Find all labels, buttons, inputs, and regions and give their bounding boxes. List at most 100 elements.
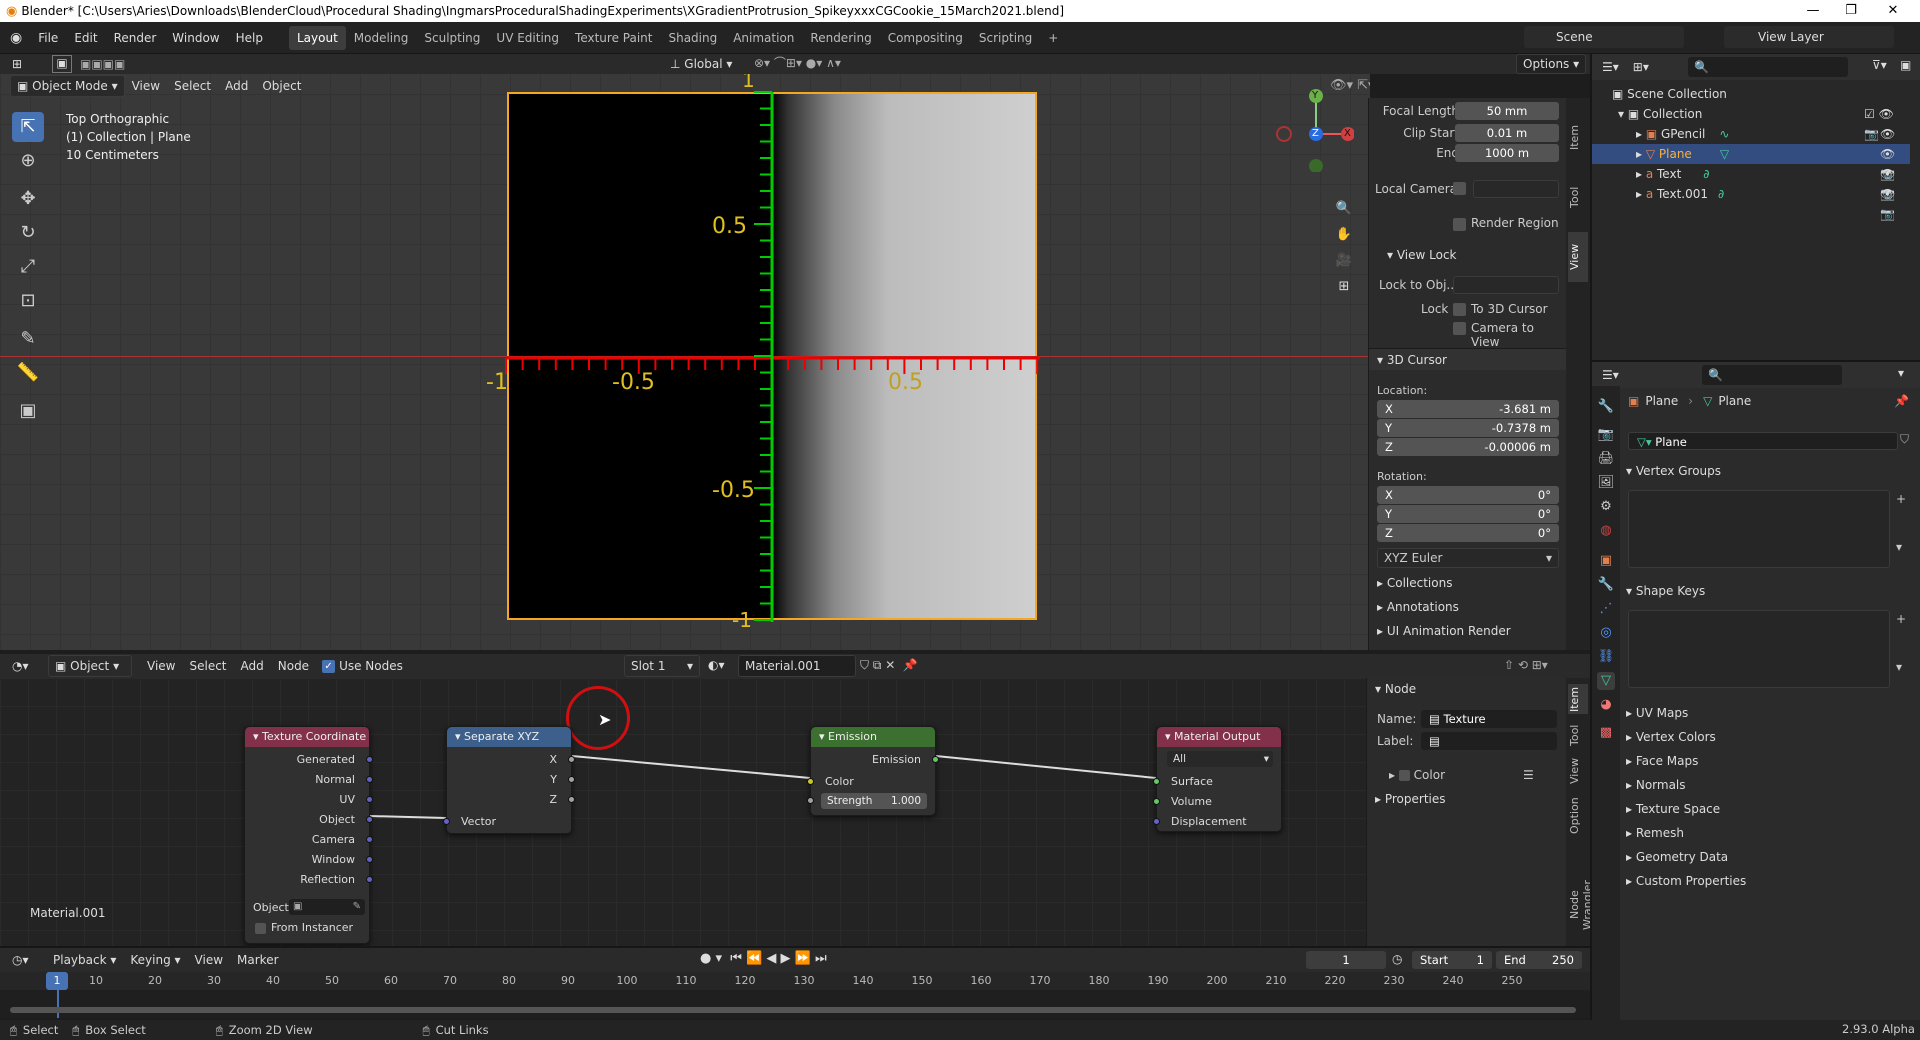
menu-window[interactable]: Window	[164, 27, 227, 49]
mo-socket-volume[interactable]	[1153, 798, 1160, 805]
text-001-visibility-icons[interactable]: 👁 📷	[1880, 184, 1910, 224]
outliner-item-plane[interactable]: ▸ ▽ Plane ▽ 👁 📷	[1592, 144, 1910, 181]
pivot-icons[interactable]: ⊗▾ ⌒⊞▾ ●▾ ∧▾	[754, 54, 841, 71]
vertex-colors-section[interactable]: ▸ Vertex Colors	[1626, 726, 1716, 748]
clip-end-field[interactable]: 1000 m	[1455, 144, 1559, 162]
outliner-search-field[interactable]: 🔍	[1688, 57, 1848, 77]
view-layer-selector[interactable]: View Layer	[1724, 26, 1894, 48]
node-tab-node-wrangler[interactable]: Node Wrangler	[1568, 868, 1594, 942]
texture-properties-icon[interactable]: ▩	[1597, 724, 1615, 742]
sx-socket-z[interactable]	[568, 796, 575, 803]
node-menu-add[interactable]: Add	[234, 655, 271, 677]
cursor-section-header[interactable]: ▾ 3D Cursor	[1369, 348, 1567, 370]
clip-start-field[interactable]: 0.01 m	[1455, 124, 1559, 142]
tool-properties-icon[interactable]: 🔧	[1597, 398, 1615, 416]
properties-options-icon[interactable]: ▾	[1898, 366, 1904, 380]
object-properties-icon[interactable]: ▣	[1597, 552, 1615, 570]
tab-scripting[interactable]: Scripting	[971, 26, 1040, 50]
render-region-checkbox[interactable]	[1453, 218, 1466, 231]
tc-from-instancer-checkbox[interactable]	[255, 923, 266, 934]
menu-help[interactable]: Help	[228, 27, 271, 49]
tc-socket-reflection[interactable]	[366, 876, 373, 883]
material-name-field[interactable]: Material.001	[738, 655, 856, 677]
playhead-frame[interactable]: 1	[46, 972, 68, 990]
mo-socket-surface[interactable]	[1153, 778, 1160, 785]
normals-section[interactable]: ▸ Normals	[1626, 774, 1686, 796]
rotation-y-field[interactable]: Y 0°	[1377, 505, 1559, 523]
em-socket-emission[interactable]	[932, 756, 939, 763]
zoom-icon[interactable]: 🔍	[1335, 200, 1353, 218]
blender-menu-icon[interactable]: ◉	[10, 30, 22, 46]
lock-to-obj-field[interactable]	[1453, 276, 1559, 294]
new-collection-icon[interactable]: ▣	[1900, 58, 1911, 72]
menu-render[interactable]: Render	[106, 27, 165, 49]
tab-item[interactable]: Item	[1568, 112, 1588, 162]
node-menu-select[interactable]: Select	[182, 655, 233, 677]
tc-socket-camera[interactable]	[366, 836, 373, 843]
node-tab-option[interactable]: Option	[1568, 794, 1588, 838]
camera-view-icon[interactable]: 🎥	[1335, 252, 1353, 270]
options-dropdown[interactable]: Options ▾	[1516, 54, 1587, 74]
render-properties-icon[interactable]: 📷	[1597, 426, 1615, 444]
node-menu-node[interactable]: Node	[271, 655, 316, 677]
mesh-data-properties-icon[interactable]: ▽	[1597, 672, 1615, 690]
mode-icons[interactable]: ▣▣▣▣	[80, 57, 125, 71]
material-browse-icon[interactable]: ◐▾	[708, 658, 725, 672]
emission-node[interactable]: ▾ Emission Emission Color Strength 1.000	[807, 726, 939, 816]
slot-dropdown[interactable]: Slot 1 ▾	[624, 655, 700, 677]
em-socket-strength[interactable]	[807, 797, 814, 804]
vertex-groups-section[interactable]: ▾ Vertex Groups	[1626, 460, 1721, 482]
timeline-editor-icon[interactable]: ◷▾	[12, 953, 40, 967]
properties-editor-icon[interactable]: ☰▾	[1602, 368, 1619, 382]
node-color-row[interactable]: ▸ Color	[1389, 768, 1445, 782]
add-workspace-button[interactable]: +	[1040, 26, 1066, 50]
em-socket-color[interactable]	[807, 778, 814, 785]
outliner-item-text-001[interactable]: ▸ a Text.001 ∂ 👁 📷	[1592, 184, 1910, 221]
vertex-groups-list[interactable]	[1628, 490, 1890, 568]
tab-rendering[interactable]: Rendering	[802, 26, 879, 50]
emission-node-header[interactable]: ▾ Emission	[811, 727, 935, 747]
menu-edit[interactable]: Edit	[66, 27, 105, 49]
vertex-group-menu-icon[interactable]: ▾	[1896, 540, 1902, 554]
material-output-node[interactable]: ▾ Material Output All ▾ Surface Volume Di…	[1153, 726, 1282, 832]
node-tab-tool[interactable]: Tool	[1568, 720, 1588, 750]
mo-target-dropdown[interactable]: All ▾	[1167, 751, 1273, 767]
current-frame-field[interactable]: 1	[1306, 951, 1386, 969]
rotation-z-field[interactable]: Z 0°	[1377, 524, 1559, 542]
start-frame-field[interactable]: Start 1	[1412, 951, 1492, 969]
timeline-menu-marker[interactable]: Marker	[230, 949, 285, 971]
node-menu-view[interactable]: View	[140, 655, 182, 677]
material-output-node-header[interactable]: ▾ Material Output	[1157, 727, 1281, 747]
world-properties-icon[interactable]: ◍	[1597, 522, 1615, 540]
node-tab-view[interactable]: View	[1568, 756, 1588, 786]
sx-socket-y[interactable]	[568, 776, 575, 783]
end-frame-field[interactable]: End 250	[1496, 951, 1582, 969]
playback-controls[interactable]: ● ▾ ⏮ ⏪ ◀ ▶ ⏩ ⏭	[700, 951, 827, 966]
filter-icon[interactable]: ⊽▾	[1872, 58, 1887, 72]
shape-keys-list[interactable]	[1628, 610, 1890, 688]
color-list-icon[interactable]: ☰	[1523, 768, 1534, 782]
ortho-grid-icon[interactable]: ⊞	[1335, 278, 1353, 296]
shape-key-menu-icon[interactable]: ▾	[1896, 660, 1902, 674]
rotation-x-field[interactable]: X 0°	[1377, 486, 1559, 504]
timeline-menu-keying[interactable]: Keying ▾	[123, 949, 187, 971]
tab-uv-editing[interactable]: UV Editing	[488, 26, 567, 50]
timeline-menu-view[interactable]: View	[188, 949, 230, 971]
texture-coordinate-node-header[interactable]: ▾ Texture Coordinate	[245, 727, 369, 747]
outliner-item-gpencil[interactable]: ▸ ▣ GPencil∿👁 📷	[1592, 124, 1910, 161]
tab-modeling[interactable]: Modeling	[346, 26, 417, 50]
mo-socket-displacement[interactable]	[1153, 818, 1160, 825]
material-properties-icon[interactable]: ◕	[1597, 696, 1615, 714]
pin-icon[interactable]: 📌	[1894, 394, 1909, 408]
vertex-group-add-button[interactable]: +	[1896, 492, 1906, 506]
tc-socket-generated[interactable]	[366, 756, 373, 763]
focal-length-field[interactable]: 50 mm	[1455, 102, 1559, 120]
mesh-datablock-field[interactable]: ▽▾ Plane	[1628, 432, 1898, 450]
lock-3d-cursor-checkbox[interactable]	[1453, 303, 1466, 316]
3d-viewport[interactable]: ▣ Object Mode ▾ View Select Add Object 👁…	[0, 74, 1370, 650]
uv-maps-section[interactable]: ▸ UV Maps	[1626, 702, 1688, 724]
texture-space-section[interactable]: ▸ Texture Space	[1626, 798, 1720, 820]
node-label-field[interactable]: ▤	[1421, 732, 1557, 750]
location-x-field[interactable]: X -3.681 m	[1377, 400, 1559, 418]
scene-selector[interactable]: Scene	[1524, 26, 1684, 48]
